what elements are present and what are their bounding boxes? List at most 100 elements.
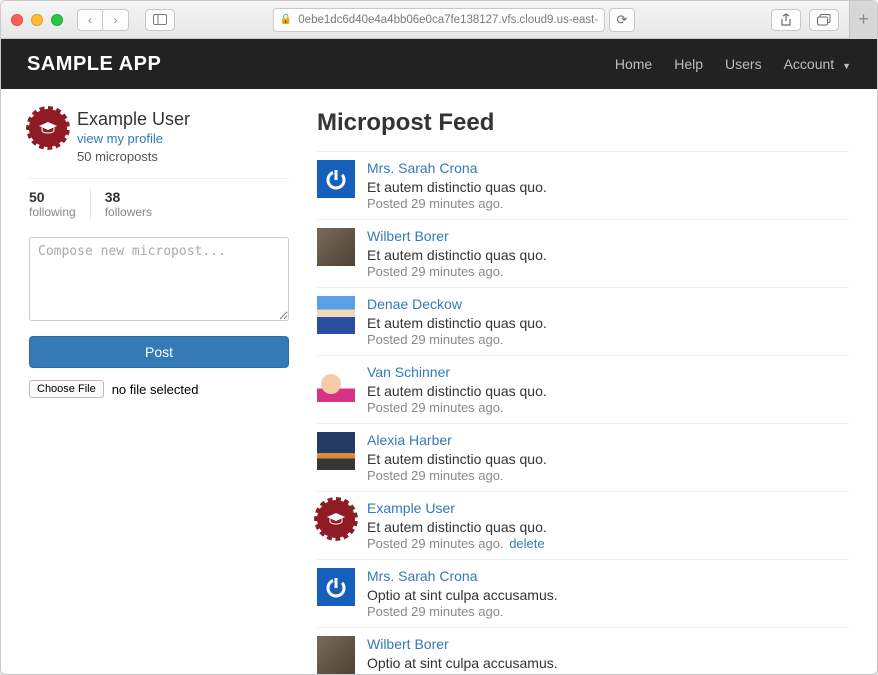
post-meta: Posted 29 minutes ago. <box>367 400 849 415</box>
toolbar-right-group: + <box>771 1 867 39</box>
post-author-link[interactable]: Example User <box>367 500 455 516</box>
tabs-button[interactable] <box>809 9 839 31</box>
nav-link-account-label: Account <box>784 56 835 72</box>
window-controls <box>11 14 63 26</box>
avatar <box>317 228 355 266</box>
graduation-cap-icon <box>38 121 58 135</box>
app-brand[interactable]: SAMPLE APP <box>27 53 161 76</box>
avatar <box>317 568 355 606</box>
post-meta: Posted 29 minutes ago. <box>367 264 849 279</box>
user-name: Example User <box>77 109 190 130</box>
post-meta: Posted 29 minutes ago. <box>367 196 849 211</box>
browser-toolbar: ‹ › 🔒 0ebe1dc6d40e4a4bb06e0ca7fe138127.v… <box>1 1 877 39</box>
feed-item: Mrs. Sarah Crona Optio at sint culpa accu… <box>317 559 849 627</box>
post-content: Optio at sint culpa accusamus. <box>367 587 849 603</box>
post-author-link[interactable]: Van Schinner <box>367 364 450 380</box>
sidebar: Example User view my profile 50 micropos… <box>29 109 289 674</box>
post-author-link[interactable]: Wilbert Borer <box>367 636 449 652</box>
post-content: Et autem distinctio quas quo. <box>367 179 849 195</box>
post-author-link[interactable]: Alexia Harber <box>367 432 452 448</box>
post-meta: Posted 29 minutes ago. <box>367 604 849 619</box>
plus-icon: + <box>858 9 869 30</box>
address-bar[interactable]: 🔒 0ebe1dc6d40e4a4bb06e0ca7fe138127.vfs.c… <box>273 8 605 32</box>
post-button[interactable]: Post <box>29 336 289 368</box>
avatar <box>317 160 355 198</box>
feed-item: Mrs. Sarah Crona Et autem distinctio quas… <box>317 151 849 219</box>
minimize-window-button[interactable] <box>31 14 43 26</box>
url-text: 0ebe1dc6d40e4a4bb06e0ca7fe138127.vfs.clo… <box>298 14 598 26</box>
feed-column: Micropost Feed Mrs. Sarah Crona Et autem … <box>317 109 849 674</box>
avatar <box>317 500 355 538</box>
nav-link-users[interactable]: Users <box>725 56 762 72</box>
view-profile-link[interactable]: view my profile <box>77 131 163 146</box>
post-meta: Posted 29 minutes ago. <box>367 468 849 483</box>
micropost-count: 50 microposts <box>77 149 190 164</box>
avatar <box>317 636 355 674</box>
follow-stats: 50 following 38 followers <box>29 178 289 219</box>
sidebar-icon <box>153 14 167 25</box>
nav-history-group: ‹ › <box>77 9 129 31</box>
tabs-icon <box>817 14 831 26</box>
feed-list: Mrs. Sarah Crona Et autem distinctio quas… <box>317 151 849 674</box>
following-label: following <box>29 205 76 219</box>
share-icon <box>780 13 792 27</box>
compose-form: Post Choose File no file selected <box>29 237 289 398</box>
feed-item: Alexia Harber Et autem distinctio quas qu… <box>317 423 849 491</box>
reload-icon: ⟳ <box>617 12 628 28</box>
post-content: Optio at sint culpa accusamus. <box>367 655 849 671</box>
sidebar-toggle-button[interactable] <box>145 9 175 31</box>
stat-followers[interactable]: 38 followers <box>90 189 166 219</box>
feed-item: Van SchinnerEt autem distinctio quas quo… <box>317 355 849 423</box>
power-icon <box>323 166 349 192</box>
post-author-link[interactable]: Mrs. Sarah Crona <box>367 568 477 584</box>
post-content: Et autem distinctio quas quo. <box>367 247 849 263</box>
chevron-right-icon: › <box>114 13 118 27</box>
forward-button[interactable]: › <box>103 9 129 31</box>
avatar <box>317 432 355 470</box>
post-author-link[interactable]: Denae Deckow <box>367 296 462 312</box>
post-content: Et autem distinctio quas quo. <box>367 519 849 535</box>
feed-item: Denae Deckow Et autem distinctio quas quo… <box>317 287 849 355</box>
post-author-link[interactable]: Wilbert Borer <box>367 228 449 244</box>
post-meta: Posted 29 minutes ago. delete <box>367 536 849 551</box>
app-navbar: SAMPLE APP Home Help Users Account ▼ <box>1 39 877 89</box>
nav-link-home[interactable]: Home <box>615 56 652 72</box>
nav-link-account[interactable]: Account ▼ <box>784 56 851 72</box>
avatar <box>317 364 355 402</box>
post-meta: Posted 29 minutes ago. <box>367 332 849 347</box>
following-count: 50 <box>29 189 76 205</box>
page-container: Example User view my profile 50 micropos… <box>1 89 877 674</box>
reload-button[interactable]: ⟳ <box>609 8 635 32</box>
feed-item: Wilbert Borer Optio at sint culpa accusam… <box>317 627 849 674</box>
chevron-left-icon: ‹ <box>88 13 92 27</box>
followers-count: 38 <box>105 189 152 205</box>
feed-item: Wilbert Borer Et autem distinctio quas qu… <box>317 219 849 287</box>
post-content: Et autem distinctio quas quo. <box>367 315 849 331</box>
file-row: Choose File no file selected <box>29 380 289 398</box>
post-author-link[interactable]: Mrs. Sarah Crona <box>367 160 477 176</box>
user-header: Example User view my profile 50 micropos… <box>29 109 289 164</box>
feed-title: Micropost Feed <box>317 109 849 137</box>
stat-following[interactable]: 50 following <box>29 189 90 219</box>
close-window-button[interactable] <box>11 14 23 26</box>
user-avatar <box>29 109 67 147</box>
nav-link-help[interactable]: Help <box>674 56 703 72</box>
post-content: Et autem distinctio quas quo. <box>367 451 849 467</box>
page-viewport: SAMPLE APP Home Help Users Account ▼ <box>1 39 877 674</box>
followers-label: followers <box>105 205 152 219</box>
browser-window: ‹ › 🔒 0ebe1dc6d40e4a4bb06e0ca7fe138127.v… <box>0 0 878 675</box>
file-status: no file selected <box>112 382 199 397</box>
feed-item: Example User Et autem distinctio quas quo… <box>317 491 849 559</box>
choose-file-button[interactable]: Choose File <box>29 380 104 398</box>
graduation-cap-icon <box>326 512 346 526</box>
nav-links: Home Help Users Account ▼ <box>615 56 851 72</box>
power-icon <box>323 574 349 600</box>
caret-down-icon: ▼ <box>842 61 851 71</box>
share-button[interactable] <box>771 9 801 31</box>
zoom-window-button[interactable] <box>51 14 63 26</box>
new-tab-button[interactable]: + <box>849 1 877 39</box>
lock-icon: 🔒 <box>280 14 292 25</box>
compose-input[interactable] <box>29 237 289 321</box>
back-button[interactable]: ‹ <box>77 9 103 31</box>
delete-link[interactable]: delete <box>509 536 544 551</box>
